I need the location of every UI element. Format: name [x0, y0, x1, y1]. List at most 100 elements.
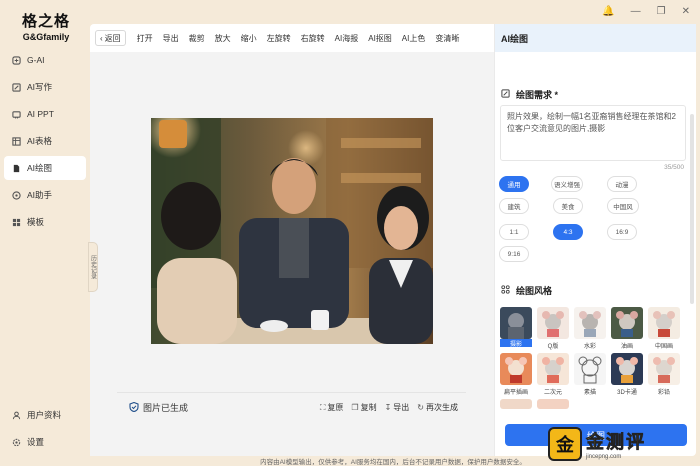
sidebar-item-user-profile[interactable]: 用户资料	[4, 403, 86, 427]
status-text: 图片已生成	[143, 403, 189, 413]
generated-image[interactable]	[151, 118, 433, 344]
tool-rotate-left[interactable]: 左旋转	[262, 33, 296, 44]
chip-ratio-16-9[interactable]: 16:9	[607, 224, 637, 240]
style-oil-painting[interactable]: 油画	[611, 307, 643, 350]
regenerate-button[interactable]: ↻ 再次生成	[417, 402, 458, 413]
style-thumb	[648, 307, 680, 339]
prompt-input[interactable]: 照片效果，绘制一幅1名亚裔销售经理在茶馆和2位客户交流意见的图片,摄影	[500, 105, 686, 161]
tool-crop[interactable]: 裁剪	[184, 33, 210, 44]
close-icon[interactable]: ✕	[682, 6, 690, 17]
gear-icon	[12, 438, 21, 447]
logo-en: G&Gfamily	[22, 32, 70, 42]
chip-ratio-1-1[interactable]: 1:1	[499, 224, 529, 240]
tool-ai-poster[interactable]: AI海报	[330, 33, 364, 44]
chip-food[interactable]: 美食	[553, 198, 583, 214]
style-colored-pencil[interactable]: 彩铅	[648, 353, 680, 396]
demand-title: 绘图需求 *	[516, 90, 559, 100]
sidebar-item-ai-drawing[interactable]: AI绘图	[4, 156, 86, 180]
drawing-settings-panel: AI绘图 绘图需求 * 照片效果，绘制一幅1名亚裔销售经理在茶馆和2位客户交流意…	[494, 24, 696, 456]
copy-button[interactable]: ❐ 复制	[351, 402, 376, 413]
main-panel: ‹ 返回 打开 导出 裁剪 放大 缩小 左旋转 右旋转 AI海报 AI抠图 AI…	[88, 24, 696, 456]
prompt-counter: 35/500	[664, 164, 684, 171]
bell-icon[interactable]: 🔔	[602, 6, 614, 17]
refresh-icon: ↻	[417, 403, 424, 412]
sidebar-item-ai-writing[interactable]: AI写作	[4, 75, 86, 99]
tool-zoom-out[interactable]: 缩小	[236, 33, 262, 44]
style-thumb	[537, 353, 569, 385]
sidebar-item-settings[interactable]: 设置	[4, 430, 86, 454]
tool-ai-cutout[interactable]: AI抠图	[363, 33, 397, 44]
minimize-icon[interactable]: —	[631, 6, 641, 17]
sidebar-item-g-ai[interactable]: G-AI	[4, 48, 86, 72]
demand-section-title: 绘图需求 *	[495, 88, 558, 101]
style-photography[interactable]: 摄影	[500, 307, 532, 348]
chip-ratio-9-16[interactable]: 9:16	[499, 246, 529, 262]
image-canvas: 历史记录 图片已生成 ⛶ 复原 ❐ 复制 ↧ 导出 ↻ 再次生成	[88, 52, 494, 456]
window-controls: 🔔 — ❐ ✕	[602, 6, 690, 17]
download-icon: ↧	[384, 403, 392, 412]
panel-scrollbar[interactable]	[690, 114, 694, 304]
sidebar-item-label: 设置	[27, 437, 45, 447]
style-3d-cartoon[interactable]: 3D卡通	[611, 353, 643, 396]
chip-semantic-enhance[interactable]: 语义增强	[551, 176, 583, 192]
style-sketch[interactable]: 素描	[574, 353, 606, 396]
chip-architecture[interactable]: 建筑	[499, 198, 529, 214]
chip-general[interactable]: 通用	[499, 176, 529, 192]
tool-zoom-in[interactable]: 放大	[210, 33, 236, 44]
style-thumb	[537, 307, 569, 339]
pen-icon	[12, 82, 21, 92]
style-title: 绘图风格	[516, 286, 553, 296]
sidebar-item-ai-assistant[interactable]: AI助手	[4, 183, 86, 207]
sidebar-item-label: G-AI	[27, 55, 45, 65]
sidebar: 格之格 G&Gfamily G-AI AI写作 AI PPT AI表格 AI绘图…	[0, 0, 90, 466]
sidebar-item-ai-ppt[interactable]: AI PPT	[4, 102, 86, 126]
table-icon	[12, 136, 21, 146]
restore-button[interactable]: ⛶ 复原	[320, 402, 344, 413]
sidebar-item-template[interactable]: 模板	[4, 210, 86, 234]
copy-icon: ❐	[351, 403, 359, 412]
grid-icon	[501, 285, 510, 296]
history-tab[interactable]: 历史记录	[88, 242, 98, 292]
panel-header: AI绘图	[495, 24, 696, 52]
export-button[interactable]: ↧ 导出	[385, 402, 410, 413]
style-chinese-painting[interactable]: 中国画	[648, 307, 680, 350]
style-more-1[interactable]	[500, 399, 532, 409]
style-section-title: 绘图风格	[495, 284, 552, 297]
style-thumb	[574, 353, 606, 385]
chip-anime[interactable]: 动漫	[607, 176, 637, 192]
sidebar-item-label: 模板	[27, 217, 45, 227]
style-thumb	[574, 307, 606, 339]
sidebar-item-label: AI绘图	[27, 163, 53, 173]
back-button[interactable]: ‹ 返回	[95, 30, 126, 46]
regenerate-label: 再次生成	[426, 403, 458, 412]
style-thumb	[648, 353, 680, 385]
style-anime[interactable]: 二次元	[537, 353, 569, 396]
sidebar-nav: G-AI AI写作 AI PPT AI表格 AI绘图 AI助手 模板	[4, 48, 86, 237]
style-label: 扁平插画	[503, 390, 528, 396]
style-watercolor[interactable]: 水彩	[574, 307, 606, 350]
watermark: 金 金测评 jincepng.com	[548, 424, 698, 464]
style-label: 摄影	[500, 339, 532, 348]
sidebar-item-label: AI助手	[27, 190, 53, 200]
tool-ai-colorize[interactable]: AI上色	[397, 33, 431, 44]
sidebar-item-ai-table[interactable]: AI表格	[4, 129, 86, 153]
style-flat-illustration[interactable]: 扁平插画	[500, 353, 532, 396]
tool-open[interactable]: 打开	[132, 33, 158, 44]
sidebar-bottom: 用户资料 设置	[4, 403, 86, 457]
style-label: 彩铅	[657, 390, 670, 396]
chip-chinese-style[interactable]: 中国风	[607, 198, 639, 214]
tool-export[interactable]: 导出	[158, 33, 184, 44]
tool-sharpen[interactable]: 变清晰	[430, 33, 464, 44]
style-q-version[interactable]: Q版	[537, 307, 569, 350]
app-logo: 格之格 G&Gfamily	[14, 10, 78, 42]
style-thumb	[500, 399, 532, 409]
style-more-2[interactable]	[537, 399, 569, 409]
style-thumb	[537, 399, 569, 409]
tool-rotate-right[interactable]: 右旋转	[296, 33, 330, 44]
restore-icon: ⛶	[319, 403, 326, 412]
chip-ratio-4-3[interactable]: 4:3	[553, 224, 583, 240]
restore-label: 复原	[327, 403, 344, 412]
sidebar-item-label: AI表格	[27, 136, 53, 146]
maximize-icon[interactable]: ❐	[657, 6, 666, 17]
edit-icon	[501, 89, 510, 100]
